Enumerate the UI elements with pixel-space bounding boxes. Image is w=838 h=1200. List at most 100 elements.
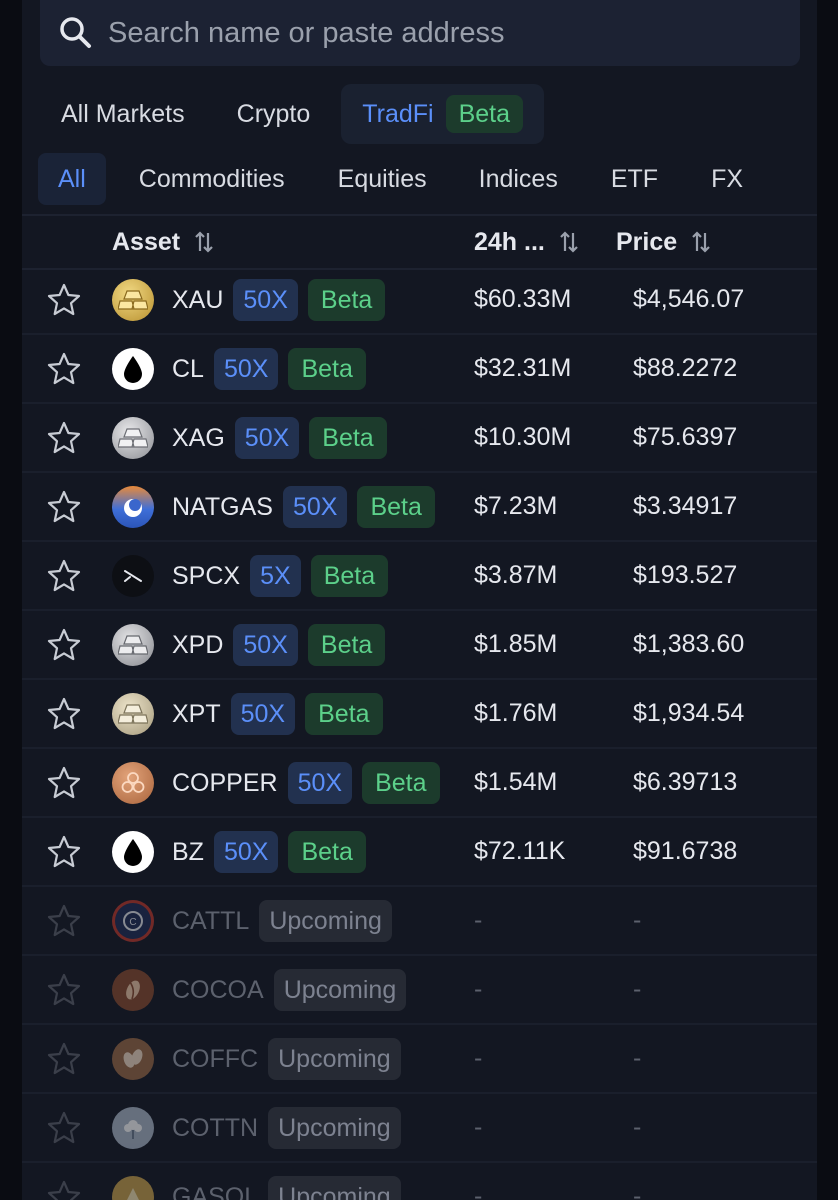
price-value: $91.6738 xyxy=(633,837,738,865)
price-column-header[interactable]: Price xyxy=(616,216,711,268)
leverage-badge: 50X xyxy=(213,831,279,873)
subtab-indices[interactable]: Indices xyxy=(479,153,558,205)
asset-symbol: CATTL xyxy=(172,906,250,935)
asset-symbol: COCOA xyxy=(172,975,264,1004)
asset-column-header[interactable]: Asset xyxy=(112,216,214,268)
price-value: $4,546.07 xyxy=(633,285,745,313)
volume-value: $3.87M xyxy=(474,561,558,589)
beta-badge: Beta xyxy=(307,624,386,666)
star-icon[interactable] xyxy=(46,903,82,939)
tradfi-beta-badge: Beta xyxy=(445,95,524,133)
star-icon[interactable] xyxy=(46,696,82,732)
star-icon[interactable] xyxy=(46,558,82,594)
price-value: - xyxy=(633,1182,642,1200)
star-icon[interactable] xyxy=(46,489,82,525)
star-icon[interactable] xyxy=(46,627,82,663)
subtab-fx[interactable]: FX xyxy=(711,153,743,205)
asset-symbol: XAU xyxy=(172,285,224,314)
subtab-equities[interactable]: Equities xyxy=(338,153,427,205)
star-icon[interactable] xyxy=(46,1179,82,1200)
asset-symbol: XAG xyxy=(172,423,225,452)
volume-value: $72.11K xyxy=(474,837,566,865)
table-row[interactable]: XPT 50X Beta $1.76M $1,934.54 xyxy=(22,680,817,749)
svg-text:C: C xyxy=(129,917,136,928)
gasoline-icon xyxy=(112,1176,154,1200)
table-row[interactable]: XPD 50X Beta $1.85M $1,383.60 xyxy=(22,611,817,680)
tab-all-markets[interactable]: All Markets xyxy=(40,84,206,144)
asset-name: CL 50X Beta xyxy=(172,347,366,391)
volume-value: $32.31M xyxy=(474,354,572,382)
asset-name: COTTN Upcoming xyxy=(172,1106,401,1150)
asset-symbol: SPCX xyxy=(172,561,241,590)
upcoming-badge: Upcoming xyxy=(273,969,407,1011)
asset-symbol: COPPER xyxy=(172,768,278,797)
star-icon[interactable] xyxy=(46,282,82,318)
volume-value: - xyxy=(474,1044,483,1072)
table-row[interactable]: XAU 50X Beta $60.33M $4,546.07 xyxy=(22,266,817,335)
beta-badge: Beta xyxy=(305,693,383,735)
table-row[interactable]: XAG 50X Beta $10.30M $75.6397 xyxy=(22,404,817,473)
volume-header-label: 24h ... xyxy=(474,227,545,256)
price-value: $75.6397 xyxy=(633,423,738,451)
asset-name: XAU 50X Beta xyxy=(172,278,386,322)
table-row[interactable]: GASOL Upcoming - - xyxy=(22,1163,817,1200)
asset-symbol: XPD xyxy=(172,630,224,659)
table-row[interactable]: C CATTL Upcoming - - xyxy=(22,887,817,956)
asset-symbol: COFFC xyxy=(172,1044,259,1073)
copper-icon xyxy=(112,762,154,804)
volume-value: $1.76M xyxy=(474,699,558,727)
volume-value: $60.33M xyxy=(474,285,572,313)
subtab-all[interactable]: All xyxy=(38,153,106,205)
table-row[interactable]: COFFC Upcoming - - xyxy=(22,1025,817,1094)
table-row[interactable]: SPCX 5X Beta $3.87M $193.527 xyxy=(22,542,817,611)
table-row[interactable]: COTTN Upcoming - - xyxy=(22,1094,817,1163)
volume-column-header[interactable]: 24h ... xyxy=(474,216,579,268)
search-input[interactable] xyxy=(106,15,800,51)
star-icon[interactable] xyxy=(46,972,82,1008)
price-value: - xyxy=(633,975,642,1003)
volume-value: $7.23M xyxy=(474,492,558,520)
table-row[interactable]: BZ 50X Beta $72.11K $91.6738 xyxy=(22,818,817,887)
upcoming-badge: Upcoming xyxy=(268,1038,401,1080)
tab-tradfi-label: TradFi xyxy=(362,100,434,128)
price-value: $6.39713 xyxy=(633,768,738,796)
tab-crypto[interactable]: Crypto xyxy=(216,84,332,144)
subtab-commodities[interactable]: Commodities xyxy=(139,153,285,205)
cocoa-icon xyxy=(112,969,154,1011)
subtab-etf[interactable]: ETF xyxy=(611,153,658,205)
star-icon[interactable] xyxy=(46,1041,82,1077)
silver-bars-icon xyxy=(112,417,154,459)
table-row[interactable]: COCOA Upcoming - - xyxy=(22,956,817,1025)
asset-symbol: BZ xyxy=(172,837,204,866)
volume-value: $1.85M xyxy=(474,630,558,658)
price-value: - xyxy=(633,1044,642,1072)
leverage-badge: 50X xyxy=(234,417,300,459)
star-icon[interactable] xyxy=(46,420,82,456)
tab-tradfi[interactable]: TradFi Beta xyxy=(341,84,545,144)
price-header-label: Price xyxy=(616,227,678,256)
table-row[interactable]: NATGAS 50X Beta $7.23M $3.34917 xyxy=(22,473,817,542)
search-bar[interactable] xyxy=(40,0,800,66)
spacex-icon xyxy=(112,555,154,597)
table-row[interactable]: COPPER 50X Beta $1.54M $6.39713 xyxy=(22,749,817,818)
table-row[interactable]: CL 50X Beta $32.31M $88.2272 xyxy=(22,335,817,404)
platinum-bars-icon xyxy=(112,693,154,735)
sort-icon xyxy=(560,231,578,253)
star-icon[interactable] xyxy=(46,834,82,870)
price-value: - xyxy=(633,1113,642,1141)
sort-icon xyxy=(195,231,213,253)
gas-flame-icon xyxy=(112,486,154,528)
star-icon[interactable] xyxy=(46,351,82,387)
volume-value: - xyxy=(474,1113,483,1141)
asset-symbol: CL xyxy=(172,354,204,383)
star-icon[interactable] xyxy=(46,765,82,801)
beta-badge: Beta xyxy=(362,762,440,804)
star-icon[interactable] xyxy=(46,1110,82,1146)
asset-name: COPPER 50X Beta xyxy=(172,761,440,805)
coffee-bean-icon xyxy=(112,1038,154,1080)
leverage-badge: 50X xyxy=(233,624,298,666)
asset-symbol: GASOL xyxy=(172,1182,259,1200)
asset-symbol: XPT xyxy=(172,699,221,728)
gold-bars-icon xyxy=(112,279,154,321)
asset-name: GASOL Upcoming xyxy=(172,1175,401,1200)
